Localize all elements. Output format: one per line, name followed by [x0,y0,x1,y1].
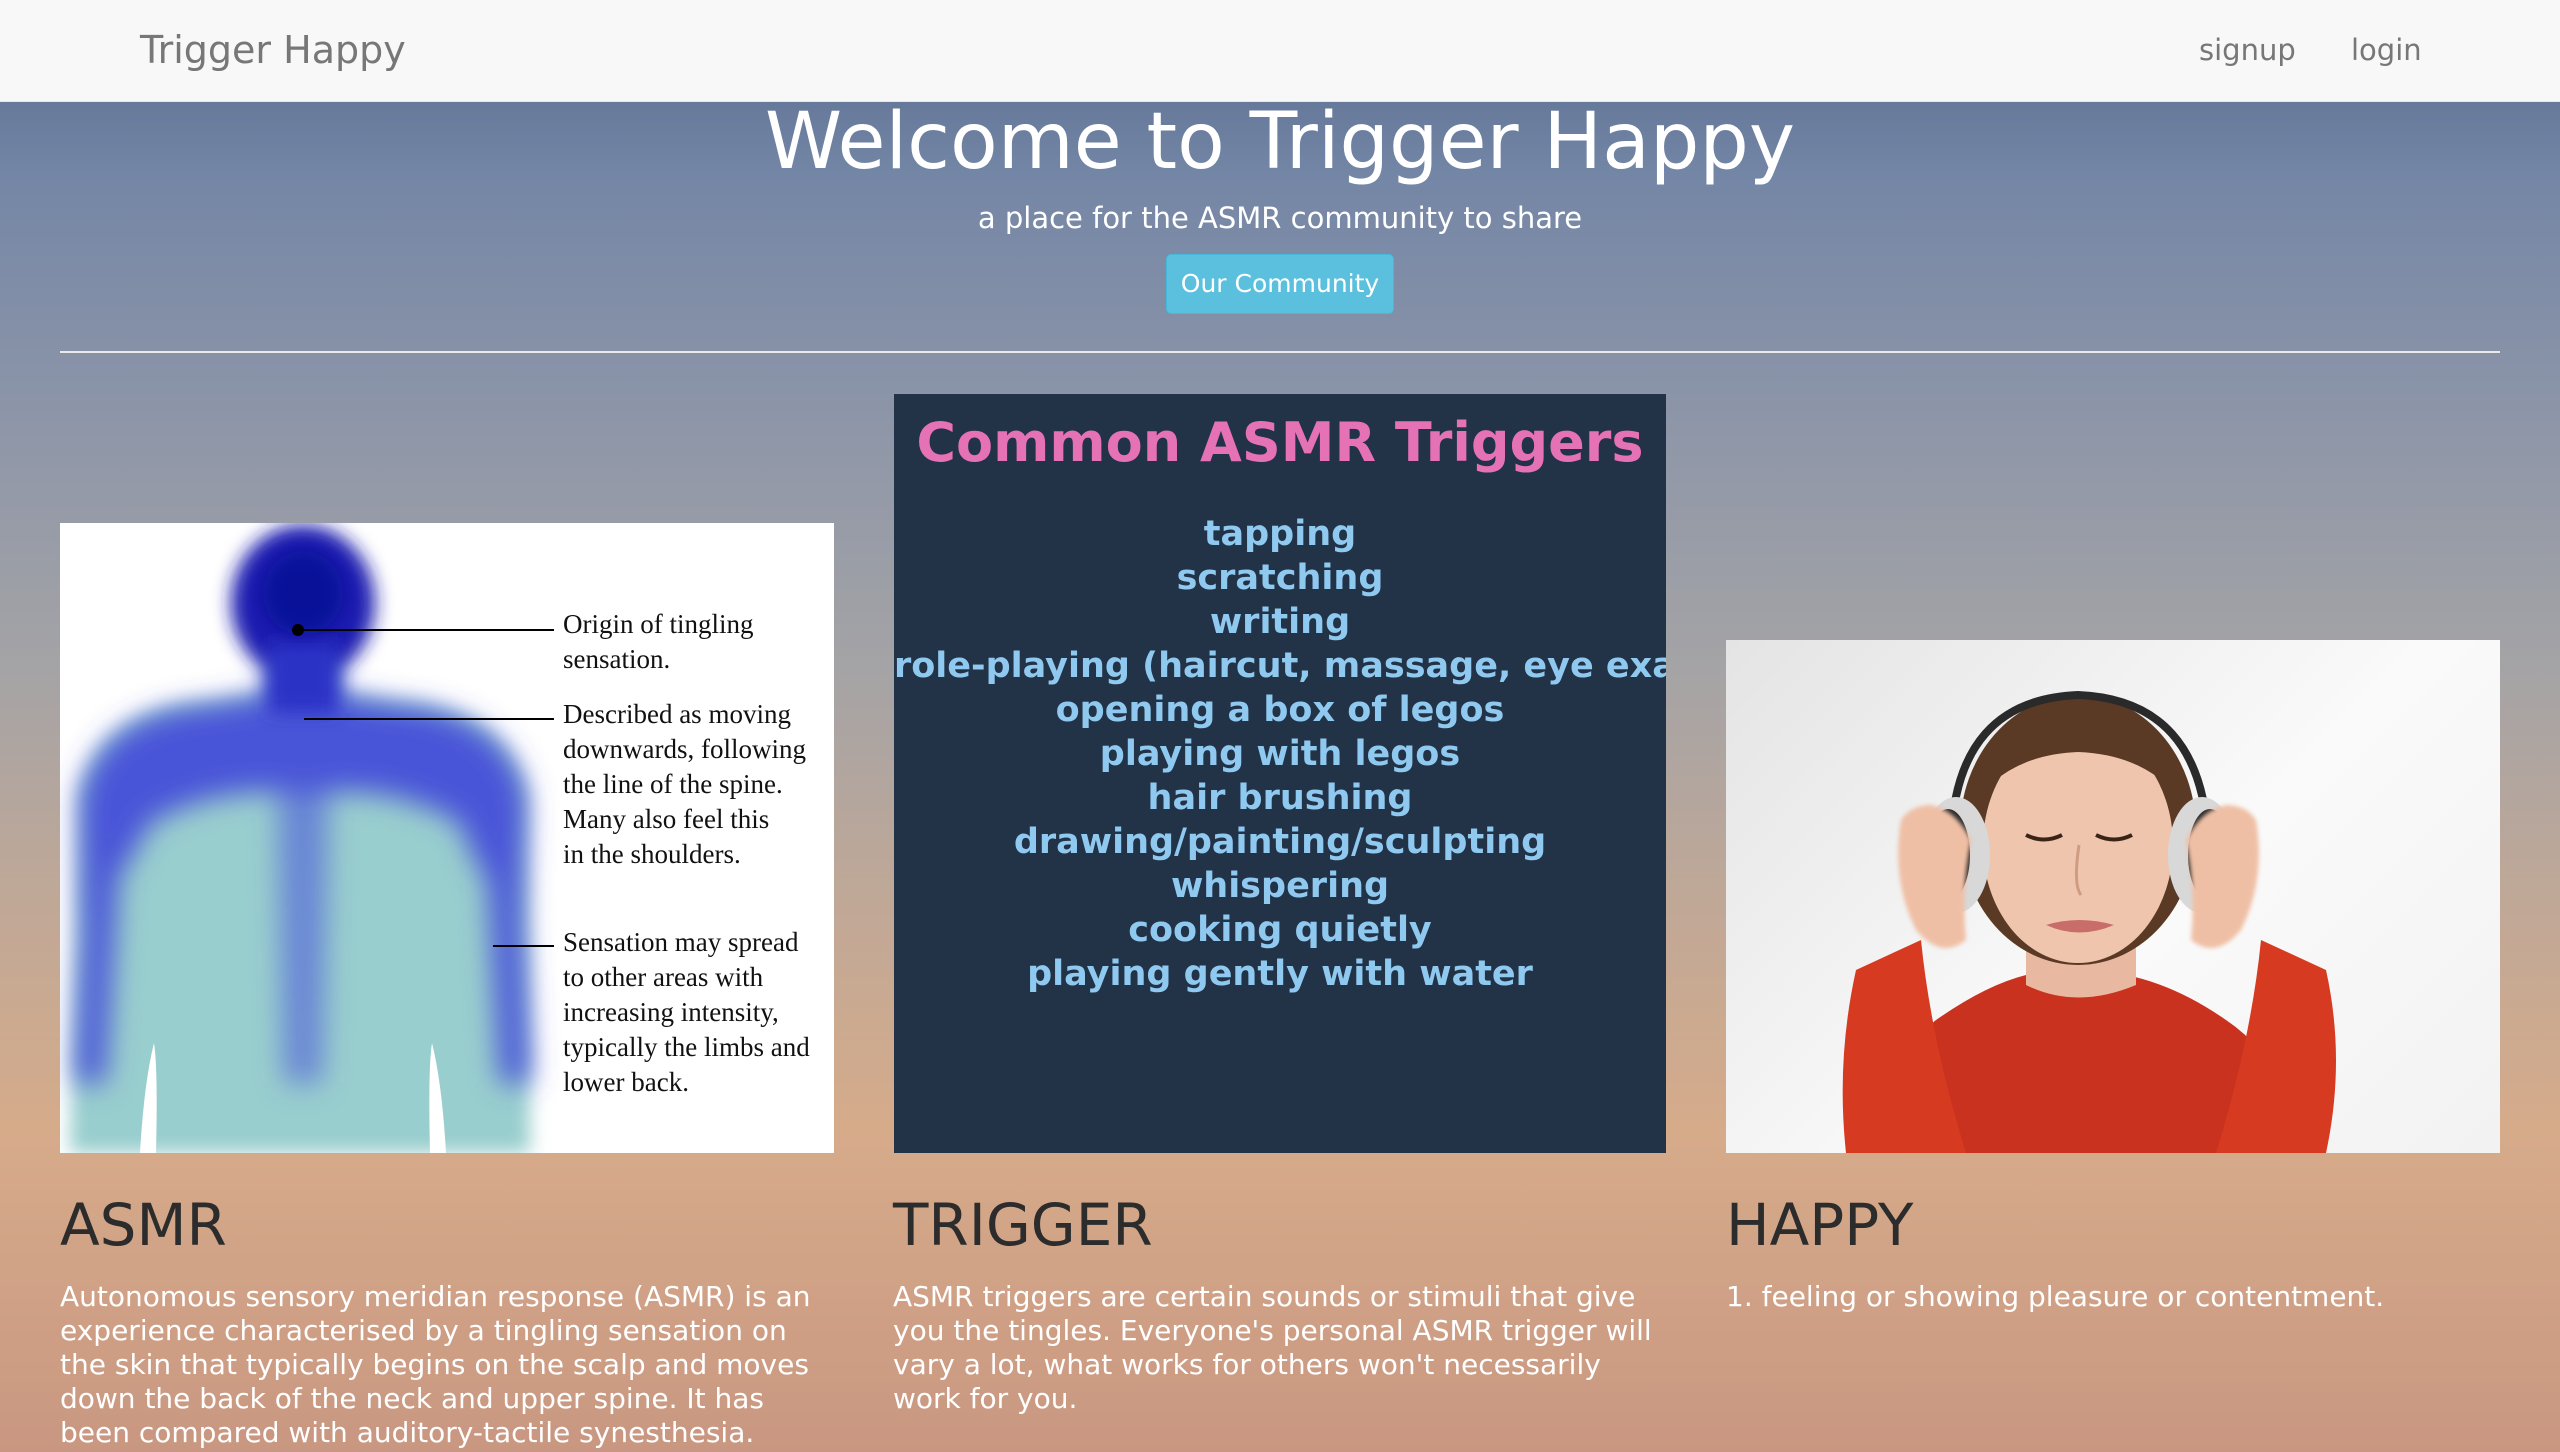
trigger-item: tapping [1203,514,1357,554]
page-subtitle: a place for the ASMR community to share [977,201,1583,235]
login-link[interactable]: login [2351,28,2422,72]
trigger-item: opening a box of legos [1055,690,1505,730]
trigger-item: playing gently with water [1027,954,1533,994]
trigger-item: writing [1209,602,1351,642]
our-community-button[interactable]: Our Community [1166,254,1394,314]
trigger-heading: TRIGGER [893,1191,1153,1259]
annotation-origin: Origin of tingling sensation. [563,609,754,674]
trigger-item: role-playing (haircut, massage, eye exam… [894,646,1666,686]
happy-description: 1. feeling or showing pleasure or conten… [1726,1280,2385,1313]
poster-title: Common ASMR Triggers [916,411,1644,474]
asmr-heading: ASMR [60,1191,227,1259]
trigger-item: playing with legos [1099,734,1461,774]
happy-heading: HAPPY [1726,1191,1914,1259]
asmr-diagram-image: Origin of tingling sensation. Described … [60,523,834,1153]
brand-link[interactable]: Trigger Happy [140,24,406,76]
annotation-spread: Sensation may spread to other areas with… [563,927,810,1097]
trigger-item: hair brushing [1147,778,1413,818]
divider [60,351,2500,353]
asmr-description: Autonomous sensory meridian response (AS… [60,1280,811,1449]
signup-link[interactable]: signup [2199,28,2296,72]
common-triggers-poster: Common ASMR Triggers tapping scratching … [894,394,1666,1153]
trigger-description: ASMR triggers are certain sounds or stim… [893,1280,1652,1415]
trigger-item: scratching [1176,558,1384,598]
page-title: Welcome to Trigger Happy [764,97,1796,187]
trigger-item: cooking quietly [1128,910,1432,950]
trigger-list: tapping scratching writing role-playing … [894,512,1666,996]
trigger-item: whispering [1170,866,1390,906]
navbar: Trigger Happy signup login [0,0,2560,102]
annotation-spine: Described as moving downwards, following… [563,699,806,869]
trigger-item: drawing/painting/sculpting [1013,822,1547,862]
woman-headphones-photo [1726,640,2500,1153]
headphones-person-figure [1842,690,2336,1153]
